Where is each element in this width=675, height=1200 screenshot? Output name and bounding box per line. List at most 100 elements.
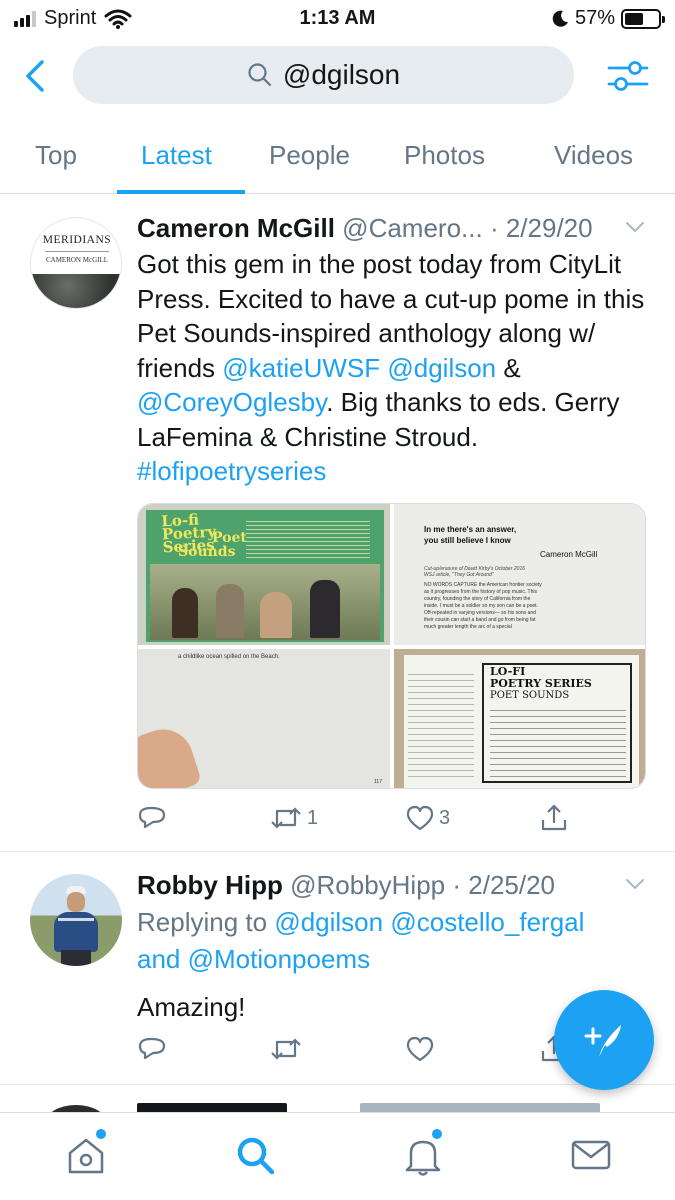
search-input[interactable]: @dgilson <box>73 46 574 104</box>
tab-photos[interactable]: Photos <box>404 140 485 171</box>
retweet-count: 1 <box>307 806 319 829</box>
notifications-bell-icon[interactable] <box>401 1133 445 1177</box>
blank-page-line: a childlike ocean spilled on the Beach. <box>178 654 280 660</box>
tweet-header: Robby Hipp @RobbyHipp · 2/25/20 <box>137 870 647 904</box>
avatar-subtitle: CAMERON McGILL <box>45 256 109 264</box>
photo-poem-page[interactable]: In me there's an answer, you still belie… <box>394 504 645 645</box>
notifications-dot <box>432 1129 442 1139</box>
tweet-text-part: & <box>496 352 521 383</box>
like-button[interactable] <box>405 1034 435 1064</box>
poem-credit: Cut-up/erasure of David Kirby's October … <box>424 566 526 578</box>
cover-sounds: Sounds <box>178 544 236 560</box>
author-name-clipped <box>137 1103 287 1112</box>
moon-icon <box>552 10 568 27</box>
avatar-face <box>67 892 85 912</box>
mention-link[interactable]: @dgilson <box>387 353 496 383</box>
tab-latest[interactable]: Latest <box>141 140 212 171</box>
search-tabs: Top Latest People Photos Videos <box>0 124 675 194</box>
chevron-down-icon[interactable] <box>623 872 647 896</box>
mention-link[interactable]: @CoreyOglesby <box>137 387 326 417</box>
avatar-title: MERIDIANS <box>42 234 112 246</box>
reply-and[interactable]: and <box>137 944 188 974</box>
avatar-stripe <box>58 918 94 921</box>
home-notification-dot <box>96 1129 106 1139</box>
search-icon <box>248 63 272 87</box>
like-button[interactable]: 3 <box>405 803 450 833</box>
blank-page-number: 117 <box>374 779 382 785</box>
like-count: 3 <box>439 806 451 829</box>
retweet-button[interactable]: 1 <box>269 803 318 833</box>
avatar-pants <box>61 950 91 966</box>
author-handle[interactable]: @RobbyHipp <box>290 870 445 900</box>
battery-fill <box>625 12 644 25</box>
figure-3 <box>260 592 292 638</box>
author-name[interactable]: Robby Hipp <box>137 870 283 900</box>
avatar[interactable]: MERIDIANS CAMERON McGILL <box>30 217 122 309</box>
tweet-actions <box>137 1034 567 1074</box>
photo-contents-page[interactable]: LO-FI POETRY SERIES POET SOUNDS <box>394 649 645 788</box>
photo-book-cover[interactable]: Lo-fi Poetry Series Poet Sounds <box>138 504 390 645</box>
avatar-texture <box>31 274 121 308</box>
messages-mail-icon[interactable] <box>569 1133 613 1177</box>
reply-button[interactable] <box>137 803 167 833</box>
chevron-down-icon[interactable] <box>623 215 647 239</box>
reply-context: Replying to @dgilson @costello_fergaland… <box>137 904 647 978</box>
mention-link[interactable]: @costello_fergal <box>390 907 584 937</box>
reply-button[interactable] <box>137 1034 167 1064</box>
tab-top[interactable]: Top <box>35 140 77 171</box>
share-button[interactable] <box>539 803 569 833</box>
author-handle-clipped <box>360 1103 600 1112</box>
mention-link[interactable]: @Motionpoems <box>188 944 370 974</box>
retweet-icon <box>271 807 301 829</box>
retweet-icon <box>271 1038 301 1060</box>
tab-people[interactable]: People <box>269 140 350 171</box>
retweet-button[interactable] <box>269 1034 303 1064</box>
next-tweet-partial[interactable] <box>0 1085 675 1112</box>
battery-icon <box>621 8 665 29</box>
home-icon[interactable] <box>64 1133 108 1177</box>
heart-icon <box>406 1036 434 1062</box>
contents-list <box>490 705 626 779</box>
poem-heading-line: In me there's an answer, <box>424 525 517 534</box>
poem-heading: In me there's an answer, you still belie… <box>424 524 516 546</box>
avatar-rule <box>45 251 109 252</box>
hashtag-link[interactable]: #lofipoetryseries <box>137 456 326 486</box>
contents-title-line: POETRY SERIES <box>490 677 592 690</box>
contents-title: LO-FI POETRY SERIES POET SOUNDS <box>490 666 592 702</box>
search-nav-icon[interactable] <box>233 1133 277 1177</box>
compose-tweet-button[interactable] <box>554 990 654 1090</box>
author-name[interactable]: Cameron McGill <box>137 213 335 243</box>
figure-4 <box>310 580 340 638</box>
figure-2 <box>216 584 244 638</box>
reply-icon <box>138 1037 166 1060</box>
filter-settings-icon[interactable] <box>605 56 651 96</box>
thumb <box>138 721 203 788</box>
poem-body: NO WORDS CAPTURE the American frontier s… <box>424 582 542 630</box>
tweet-header: Cameron McGill @Camero... · 2/29/20 <box>137 213 647 247</box>
back-arrow-icon[interactable] <box>18 54 54 98</box>
tweet-body: Cameron McGill @Camero... · 2/29/20 Got … <box>137 213 647 489</box>
compose-feather-icon <box>584 1025 621 1057</box>
battery-percent: 57% <box>574 7 615 29</box>
figure-1 <box>172 588 198 638</box>
bottom-nav <box>0 1112 675 1200</box>
search-header: @dgilson <box>0 44 675 108</box>
status-bar: Sprint 1:13 AM 57% <box>0 0 675 38</box>
share-icon <box>541 804 567 831</box>
tweet-text: Got this gem in the post today from City… <box>137 247 647 489</box>
mention-link[interactable]: @dgilson <box>274 907 383 937</box>
tab-videos[interactable]: Videos <box>554 140 633 171</box>
author-handle[interactable]: @Camero... <box>342 213 483 243</box>
mention-link[interactable]: @katieUWSF <box>222 353 380 383</box>
status-right: 57% <box>551 7 665 30</box>
avatar <box>44 1105 108 1112</box>
tweet[interactable]: MERIDIANS CAMERON McGILL Cameron McGill … <box>0 195 675 852</box>
tweet-date: · 2/25/20 <box>452 870 556 900</box>
avatar[interactable] <box>30 874 122 966</box>
media-grid[interactable]: Lo-fi Poetry Series Poet Sounds In me th… <box>137 503 646 789</box>
reply-prefix: Replying to <box>137 907 275 937</box>
search-query: @dgilson <box>282 59 401 90</box>
tweet-date: · 2/29/20 <box>489 213 593 243</box>
photo-blank-page[interactable]: a childlike ocean spilled on the Beach. … <box>138 649 390 788</box>
contents-quote <box>408 669 474 781</box>
